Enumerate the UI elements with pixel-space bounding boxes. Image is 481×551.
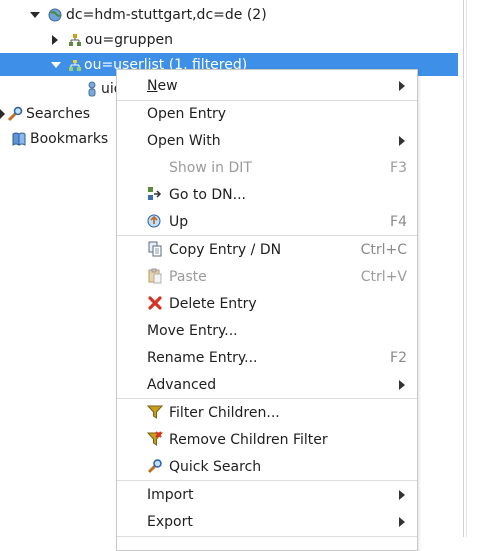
shortcut-label: F4 [390,213,407,230]
panel-divider [463,0,464,537]
expand-arrow-icon[interactable] [51,61,61,68]
paste-icon [147,268,163,284]
context-menu: New Open Entry Open With Show in DIT F3 … [116,69,418,551]
menu-item-label: Advanced [147,376,217,393]
menu-item-open-entry[interactable]: Open Entry [117,100,417,127]
shortcut-label: F2 [390,349,407,366]
menu-item-show-in-dit[interactable]: Show in DIT F3 [117,154,417,181]
menu-item-new[interactable]: New [117,72,417,99]
menu-item-paste[interactable]: Paste Ctrl+V [117,263,417,290]
menu-item-advanced[interactable]: Advanced [117,371,417,398]
tree-node-label: dc=hdm-stuttgart,dc=de (2) [66,7,267,23]
menu-item-open-with[interactable]: Open With [117,127,417,154]
copy-icon [147,241,163,257]
menu-item-label: Up [169,213,189,230]
menu-item-export[interactable]: Export [117,508,417,535]
submenu-arrow-icon [399,136,405,146]
menu-item-up[interactable]: Up F4 [117,208,417,235]
menu-item-rename-entry[interactable]: Rename Entry... F2 [117,344,417,371]
organizational-unit-icon [67,32,83,48]
shortcut-label: F3 [390,159,407,176]
up-icon [147,213,163,229]
submenu-arrow-icon [399,490,405,500]
menu-item-label: Paste [169,268,207,285]
delete-icon [147,295,163,311]
menu-item-label: Delete Entry [169,295,257,312]
menu-item-label: Filter Children... [169,404,280,421]
panel-divider-shadow [466,0,467,537]
menu-item-go-to-dn[interactable]: Go to DN... [117,181,417,208]
menu-item-new-label: ew [157,77,178,94]
tree-node-gruppen[interactable]: ou=gruppen [52,28,173,52]
filter-icon [147,404,163,420]
menu-item-label: Copy Entry / DN [169,241,282,258]
shortcut-label: Ctrl+V [360,268,407,285]
quick-search-icon [147,458,163,474]
remove-filter-icon [147,431,163,447]
submenu-arrow-icon [399,517,405,527]
menu-item-label: Move Entry... [147,322,238,339]
collapse-arrow-icon[interactable] [52,35,58,45]
collapse-arrow-icon[interactable] [0,109,5,119]
tree-node-label: ou=gruppen [85,32,173,48]
menu-item-import[interactable]: Import [117,481,417,508]
menu-item-remove-children-filter[interactable]: Remove Children Filter [117,426,417,453]
menu-item-label: Rename Entry... [147,349,258,366]
tree-node-root[interactable]: dc=hdm-stuttgart,dc=de (2) [30,3,267,27]
menu-item-copy-entry[interactable]: Copy Entry / DN Ctrl+C [117,236,417,263]
searches-icon [7,106,23,122]
menu-item-label: Go to DN... [169,186,246,203]
globe-icon [47,7,63,23]
menu-item-delete-entry[interactable]: Delete Entry [117,290,417,317]
menu-item-label: Quick Search [169,458,262,475]
submenu-arrow-icon [399,81,405,91]
submenu-arrow-icon [399,380,405,390]
shortcut-label: Ctrl+C [360,241,407,258]
person-icon [84,81,100,97]
menu-item-filter-children[interactable]: Filter Children... [117,399,417,426]
expand-arrow-icon[interactable] [30,12,40,18]
tree-node-label: Searches [26,106,91,122]
go-to-dn-icon [147,186,163,202]
menu-item-label: Open Entry [147,105,227,122]
menu-item-label: Export [147,513,193,530]
bookmarks-icon [11,131,27,147]
tree-node-bookmarks[interactable]: Bookmarks [11,127,108,151]
tree-node-label: Bookmarks [30,131,109,147]
mnemonic: N [147,77,158,94]
menu-item-label: Open With [147,132,221,149]
menu-item-quick-search[interactable]: Quick Search [117,453,417,480]
menu-item-label: Remove Children Filter [169,431,328,448]
menu-item-label: Import [147,486,194,503]
menu-item-move-entry[interactable]: Move Entry... [117,317,417,344]
menu-item-label: Show in DIT [169,159,252,176]
tree-node-searches[interactable]: Searches [0,102,90,126]
filtered-organizational-unit-icon [67,57,83,73]
